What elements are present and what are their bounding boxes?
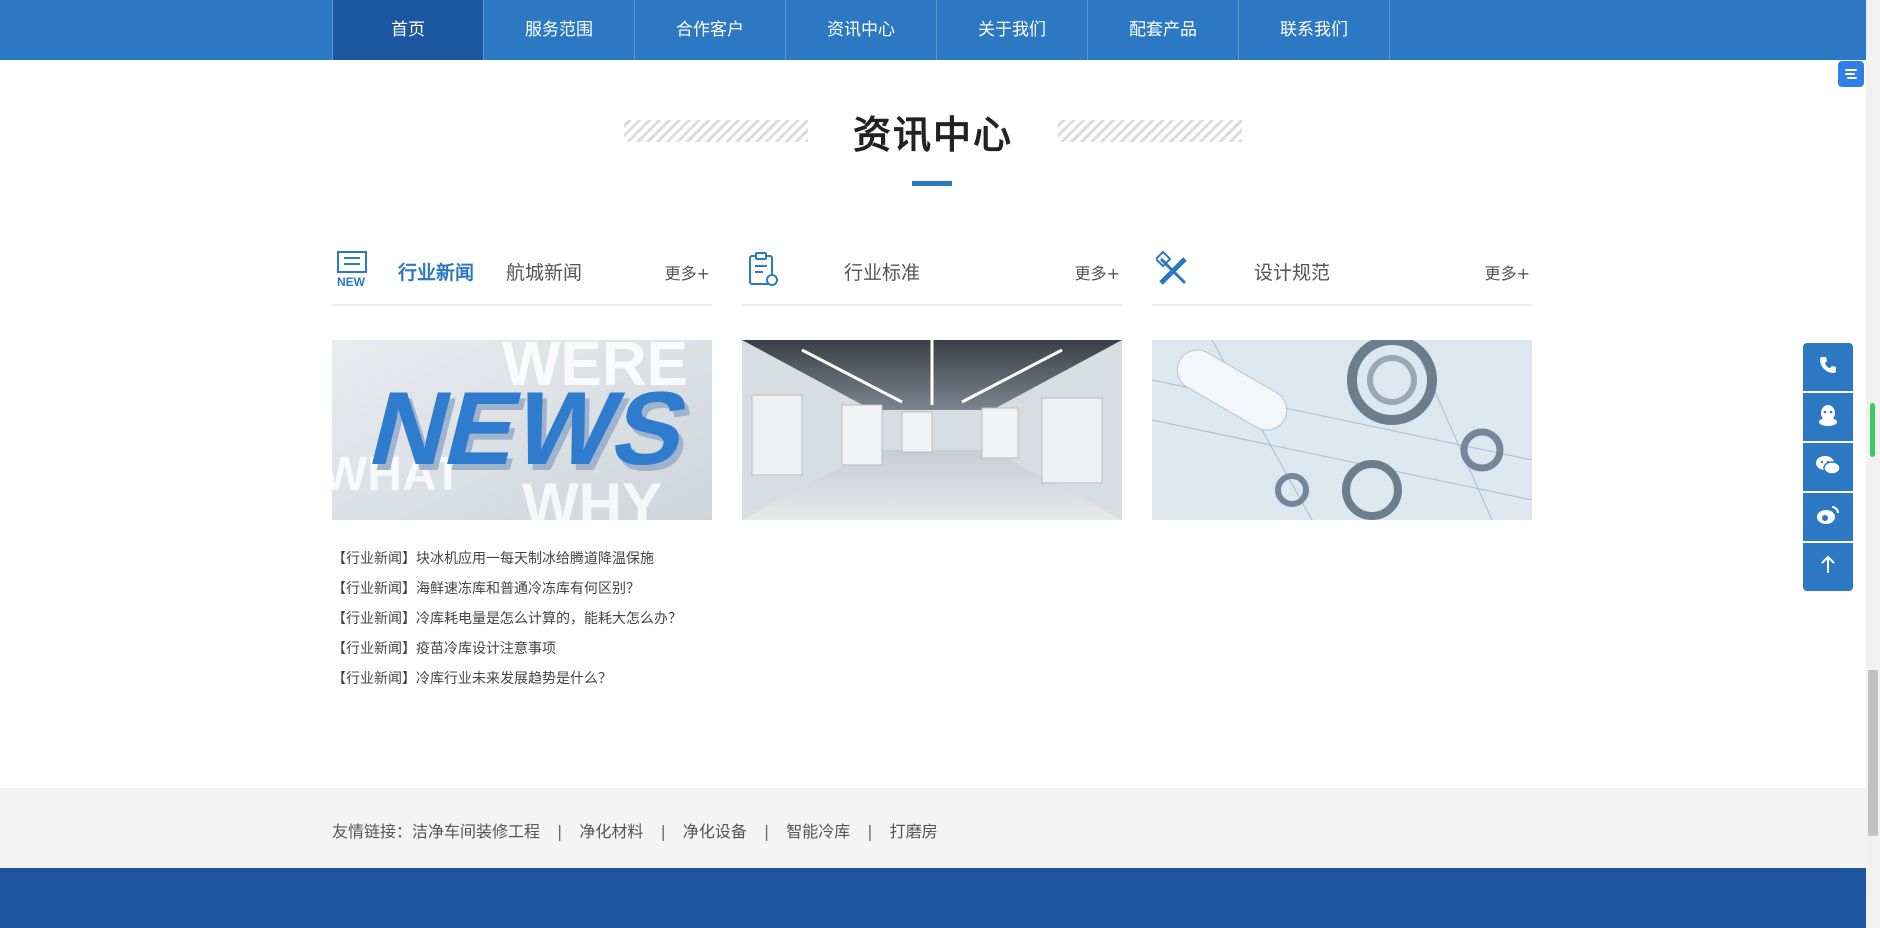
news-icon: NEW [336,250,370,289]
friendly-link[interactable]: 净化材料 [579,822,643,841]
friendly-link[interactable]: 打磨房 [890,822,938,841]
news-more-link[interactable]: 更多+ [665,260,710,284]
friendly-links-band: 友情链接：洁净车间装修工程 | 净化材料 | 净化设备 | 智能冷库 | 打磨房 [0,788,1866,868]
arrow-up-icon [1819,555,1837,579]
wechat-button[interactable] [1803,443,1853,491]
translate-extension-icon[interactable] [1838,61,1864,87]
design-column-header: 设计规范 更多+ [1152,244,1532,306]
svg-text:NEWS: NEWS [359,370,700,486]
contact-sidebar [1803,343,1853,593]
list-item[interactable]: 【行业新闻】块冰机应用一每天制冰给腾道降温保施 [332,544,712,574]
news-list: 【行业新闻】块冰机应用一每天制冰给腾道降温保施 【行业新闻】海鲜速冻库和普通冷冻… [332,544,712,694]
list-item[interactable]: 【行业新闻】冷库耗电量是怎么计算的，能耗大怎么办？ [332,604,712,634]
cleanroom-hall-image[interactable] [742,340,1122,520]
qq-icon [1817,403,1839,431]
standards-title[interactable]: 行业标准 [844,258,920,285]
qq-button[interactable] [1803,393,1853,441]
back-to-top-button[interactable] [1803,543,1853,591]
scrollbar-thumb[interactable] [1868,670,1878,836]
list-item[interactable]: 【行业新闻】冷库行业未来发展趋势是什么？ [332,664,712,694]
news-3d-text-image[interactable]: WERE WHAT WHY NEWS NEWS [332,340,712,520]
page-scrollbar[interactable] [1866,0,1880,928]
section-heading: 资讯中心 [0,108,1866,162]
link-separator: | [557,822,563,841]
phone-icon [1818,355,1838,379]
top-nav: 首页 服务范围 合作客户 资讯中心 关于我们 配套产品 联系我们 [0,0,1866,60]
list-item[interactable]: 【行业新闻】疫苗冷库设计注意事项 [332,634,712,664]
nav-item-news[interactable]: 资讯中心 [786,0,937,60]
design-column: 设计规范 更多+ [1152,244,1532,520]
friendly-link[interactable]: 洁净车间装修工程 [412,822,540,841]
friendly-link[interactable]: 净化设备 [683,822,747,841]
friendly-links-label: 友情链接： [332,822,413,841]
list-item[interactable]: 【行业新闻】海鲜速冻库和普通冷冻库有何区别？ [332,574,712,604]
design-title[interactable]: 设计规范 [1254,258,1330,285]
standards-more-link[interactable]: 更多+ [1075,260,1120,284]
standards-column: 行业标准 更多+ [742,244,1122,520]
design-tools-icon [1154,250,1190,288]
tab-company-news[interactable]: 航城新闻 [506,258,582,285]
section-title: 资讯中心 [852,113,1013,157]
weibo-button[interactable] [1803,493,1853,541]
weibo-icon [1816,504,1840,530]
design-more-link[interactable]: 更多+ [1485,260,1530,284]
link-separator: | [763,822,770,841]
footer [0,868,1866,928]
phone-button[interactable] [1803,343,1853,391]
nav-item-about[interactable]: 关于我们 [937,0,1088,60]
news-column-header: NEW 行业新闻 航城新闻 更多+ [332,244,712,306]
title-underline [912,181,952,186]
friendly-link[interactable]: 智能冷库 [786,822,850,841]
scroll-indicator [1870,403,1875,457]
nav-item-products[interactable]: 配套产品 [1088,0,1239,60]
clipboard-icon [746,250,780,288]
standards-column-header: 行业标准 更多+ [742,244,1122,306]
nav-item-contact[interactable]: 联系我们 [1239,0,1390,60]
nav-item-clients[interactable]: 合作客户 [635,0,786,60]
news-column: NEW 行业新闻 航城新闻 更多+ WERE WHAT WHY NEWS NEW… [332,244,712,687]
nav-item-services[interactable]: 服务范围 [484,0,635,60]
link-separator: | [660,822,666,841]
nav-menu: 首页 服务范围 合作客户 资讯中心 关于我们 配套产品 联系我们 [332,0,1390,60]
nav-item-home[interactable]: 首页 [333,0,484,60]
bearings-blueprint-image[interactable] [1152,340,1532,520]
tab-industry-news[interactable]: 行业新闻 [398,258,474,285]
svg-text:NEW: NEW [337,275,366,288]
friendly-links: 友情链接：洁净车间装修工程 | 净化材料 | 净化设备 | 智能冷库 | 打磨房 [332,818,938,842]
link-separator: | [867,822,873,841]
wechat-icon [1815,454,1841,480]
